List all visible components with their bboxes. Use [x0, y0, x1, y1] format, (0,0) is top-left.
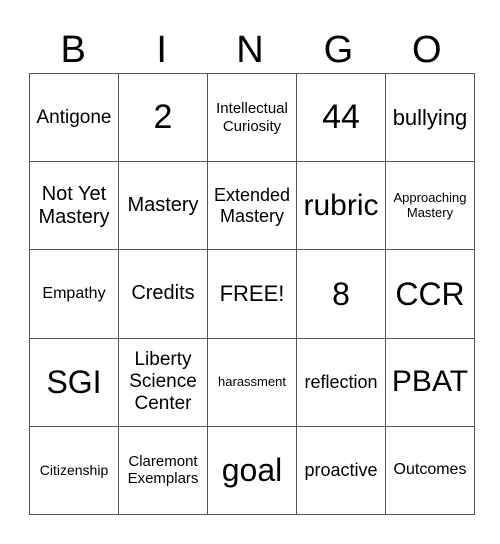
header-letter-n: N — [236, 29, 264, 71]
bingo-cell[interactable]: Liberty Science Center — [118, 337, 208, 427]
grid-row: SGI Liberty Science Center harassment re… — [29, 337, 475, 427]
header-letter-g: G — [323, 29, 354, 71]
bingo-cell[interactable]: Intellectual Curiosity — [207, 72, 297, 163]
free-space-cell[interactable]: FREE! — [207, 249, 297, 339]
grid-row: Not Yet Mastery Mastery Extended Mastery… — [29, 161, 475, 251]
header-letter-i: I — [156, 29, 167, 71]
bingo-cell[interactable]: rubric — [296, 161, 386, 251]
header-letter-b: B — [60, 29, 86, 71]
bingo-cell[interactable]: harassment — [207, 337, 297, 427]
bingo-cell[interactable]: proactive — [296, 425, 386, 516]
bingo-cell[interactable]: reflection — [296, 337, 386, 427]
grid-row: Empathy Credits FREE! 8 CCR — [29, 249, 475, 339]
bingo-cell[interactable]: Empathy — [29, 249, 119, 339]
grid-row: Antigone 2 Intellectual Curiosity 44 bul… — [29, 72, 475, 163]
header-letter-o: O — [412, 29, 442, 71]
bingo-cell[interactable]: Citizenship — [29, 425, 119, 516]
bingo-cell[interactable]: Antigone — [29, 72, 119, 163]
bingo-cell[interactable]: Claremont Exemplars — [118, 425, 208, 516]
bingo-cell[interactable]: 44 — [296, 72, 386, 163]
bingo-cell[interactable]: goal — [207, 425, 297, 516]
bingo-cell[interactable]: 2 — [118, 72, 208, 163]
bingo-cell[interactable]: bullying — [385, 72, 475, 163]
bingo-header: B I N G O — [29, 28, 471, 72]
bingo-cell[interactable]: CCR — [385, 249, 475, 339]
bingo-cell[interactable]: PBAT — [385, 337, 475, 427]
bingo-cell[interactable]: 8 — [296, 249, 386, 339]
grid-row: Citizenship Claremont Exemplars goal pro… — [29, 425, 475, 516]
bingo-cell[interactable]: SGI — [29, 337, 119, 427]
bingo-cell[interactable]: Credits — [118, 249, 208, 339]
bingo-cell[interactable]: Approaching Mastery — [385, 161, 475, 251]
bingo-card-grid: Antigone 2 Intellectual Curiosity 44 bul… — [29, 72, 475, 516]
bingo-cell[interactable]: Outcomes — [385, 425, 475, 516]
bingo-cell[interactable]: Extended Mastery — [207, 161, 297, 251]
bingo-cell[interactable]: Not Yet Mastery — [29, 161, 119, 251]
bingo-cell[interactable]: Mastery — [118, 161, 208, 251]
